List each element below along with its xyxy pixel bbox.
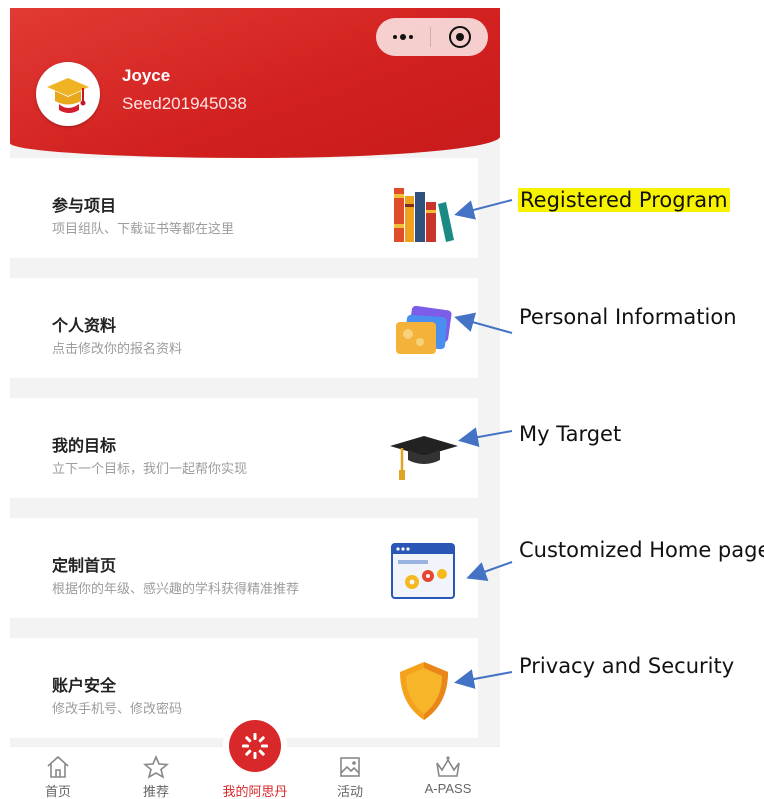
annotation-customized-home-page: Customized Home page — [519, 538, 764, 562]
arrow-registered-program — [454, 199, 513, 220]
annotation-registered-program: Registered Program — [518, 188, 730, 212]
arrow-my-target — [458, 427, 513, 448]
annotation-personal-information: Personal Information — [519, 305, 737, 329]
annotation-privacy-and-security: Privacy and Security — [519, 654, 735, 678]
annotation-my-target: My Target — [519, 422, 622, 446]
annotation-arrows — [454, 199, 513, 689]
arrow-customized-home-page — [466, 561, 513, 582]
arrow-privacy-and-security — [454, 669, 513, 689]
arrow-personal-information — [454, 312, 513, 334]
